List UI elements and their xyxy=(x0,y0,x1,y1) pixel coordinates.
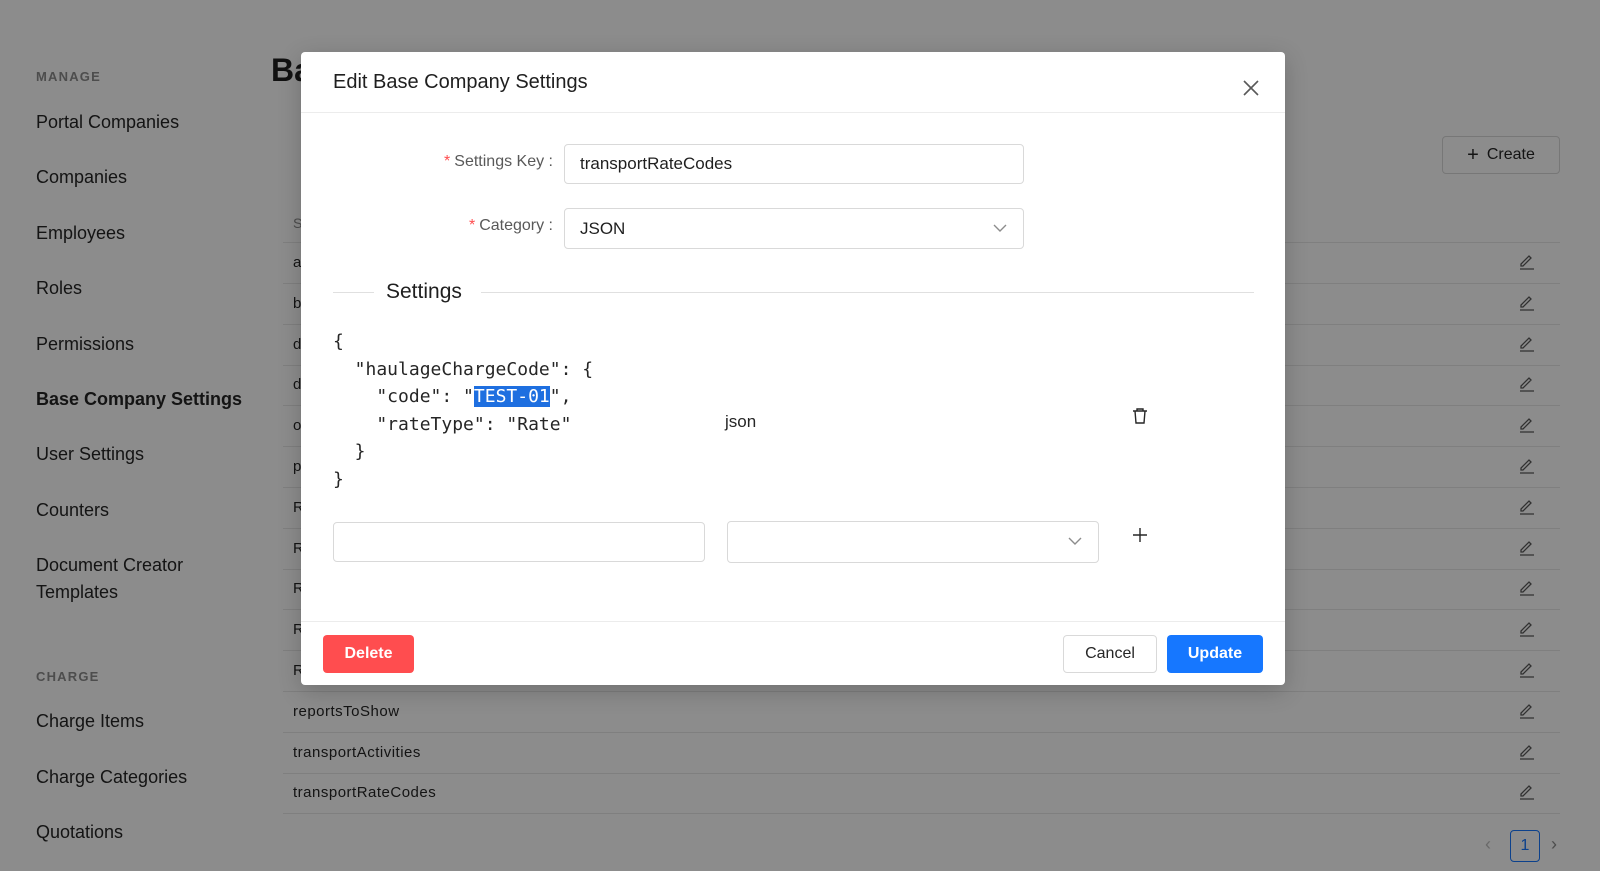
settings-key-label-text: Settings Key xyxy=(454,153,545,170)
settings-key-label: * Settings Key : xyxy=(444,153,553,170)
add-entry-icon[interactable] xyxy=(1132,527,1148,543)
required-mark: * xyxy=(468,217,476,234)
close-icon[interactable] xyxy=(1241,78,1261,98)
settings-section-title: Settings xyxy=(386,280,462,303)
entry-type-label: json xyxy=(725,412,757,431)
selected-text: TEST-01 xyxy=(473,386,550,407)
category-select[interactable]: JSON xyxy=(564,208,1024,249)
settings-key-input[interactable]: transportRateCodes xyxy=(564,144,1024,184)
chevron-down-icon xyxy=(993,224,1007,232)
chevron-down-icon xyxy=(1068,537,1082,545)
edit-settings-modal: Edit Base Company Settings * Settings Key… xyxy=(301,52,1285,685)
delete-button[interactable]: Delete xyxy=(323,635,414,673)
cancel-button[interactable]: Cancel xyxy=(1063,635,1157,673)
trash-icon[interactable] xyxy=(1132,407,1148,425)
modal-footer: Delete Cancel Update xyxy=(301,621,1285,685)
json-line: { xyxy=(333,331,344,352)
modal-title: Edit Base Company Settings xyxy=(333,71,588,93)
json-value-viewer[interactable]: { "haulageChargeCode": { "code": "TEST-0… xyxy=(333,328,593,493)
category-label: * Category : xyxy=(468,217,553,234)
new-key-input[interactable] xyxy=(333,522,705,562)
category-label-text: Category xyxy=(479,217,545,234)
divider-left xyxy=(333,292,374,293)
modal-header: Edit Base Company Settings xyxy=(301,52,1285,113)
category-select-value: JSON xyxy=(580,218,626,238)
divider-right xyxy=(481,292,1254,293)
json-line: "rateType": "Rate" xyxy=(333,413,572,435)
json-line: } xyxy=(333,468,344,490)
json-line: } xyxy=(333,441,366,462)
json-line: "haulageChargeCode": { xyxy=(333,358,594,380)
required-mark: * xyxy=(444,153,451,170)
update-button[interactable]: Update xyxy=(1167,635,1263,673)
json-line: ", xyxy=(549,386,572,407)
new-type-select[interactable] xyxy=(727,521,1099,563)
json-line: "code": " xyxy=(333,386,474,407)
